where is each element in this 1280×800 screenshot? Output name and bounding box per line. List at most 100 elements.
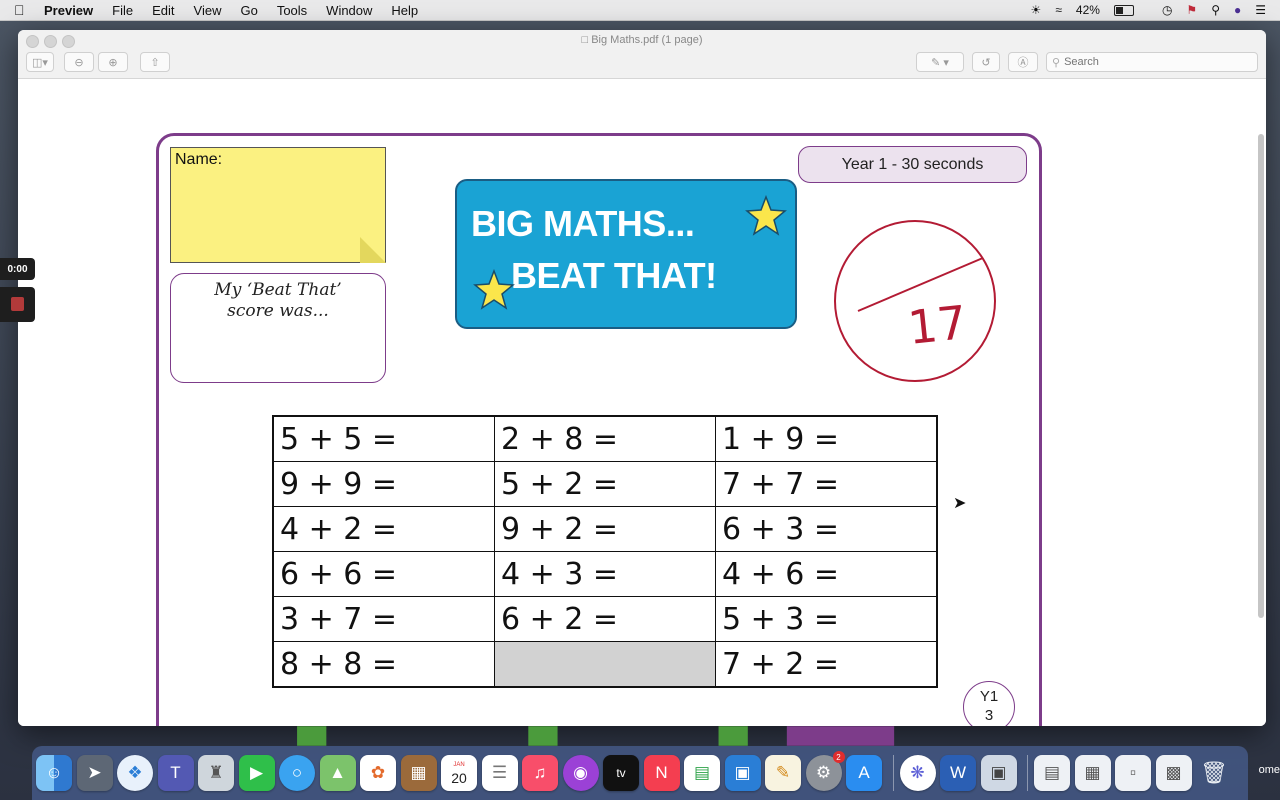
battery-percent[interactable]: 42%: [1076, 3, 1100, 17]
banner-line1: BIG MATHS...: [471, 203, 695, 244]
table-row: 4 + 2 = 9 + 2 = 6 + 3 =: [272, 506, 938, 552]
menu-bar:  Preview File Edit View Go Tools Window…: [0, 0, 1280, 21]
messages-icon[interactable]: ○: [279, 755, 315, 791]
table-row: 9 + 9 = 5 + 2 = 7 + 7 =: [272, 461, 938, 507]
vertical-scrollbar[interactable]: [1258, 134, 1264, 618]
siri-icon[interactable]: ●: [1234, 3, 1241, 17]
battery-icon[interactable]: [1113, 3, 1148, 17]
word-icon[interactable]: W: [940, 755, 976, 791]
name-sticky-note: Name:: [170, 147, 386, 263]
notebook-icon[interactable]: ▦: [400, 755, 437, 791]
question-cell: 5 + 2 =: [494, 461, 716, 507]
preview-window: □ Big Maths.pdf (1 page) ◫▾ ⊖ ⊕ ⇧ ✎ ▾ ↺ …: [18, 30, 1266, 726]
system-preferences-icon[interactable]: ⚙ 2: [805, 751, 845, 791]
zoom-out-icon: ⊖: [74, 56, 84, 69]
big-maths-banner: BIG MATHS... BEAT THAT!: [455, 179, 797, 329]
menu-file[interactable]: File: [112, 3, 133, 18]
questions-table: 5 + 5 = 2 + 8 = 1 + 9 = 9 + 9 = 5 + 2 = …: [272, 415, 938, 688]
status-area: ☀ ≈ 42% ◷ ⚑ ⚲ ● ☰: [1031, 0, 1280, 20]
title-bar: □ Big Maths.pdf (1 page) ◫▾ ⊖ ⊕ ⇧ ✎ ▾ ↺ …: [18, 30, 1266, 79]
reminders-icon[interactable]: ☰: [481, 755, 518, 791]
apple-menu-icon[interactable]: : [14, 2, 30, 18]
pages-icon[interactable]: ✎: [765, 755, 801, 791]
share-button[interactable]: ⇧: [140, 52, 170, 72]
markup-button[interactable]: ✎ ▾: [916, 52, 964, 72]
calendar-icon[interactable]: JAN 20: [441, 755, 477, 791]
question-cell: 7 + 2 =: [715, 641, 938, 688]
finder-icon[interactable]: ☺: [36, 755, 72, 791]
numbers-icon[interactable]: ▤: [684, 755, 720, 791]
year-duration-label: Year 1 - 30 seconds: [798, 146, 1027, 183]
annotate-button[interactable]: Ⓐ: [1008, 52, 1038, 72]
spotlight-search-icon[interactable]: ⚲: [1211, 3, 1220, 17]
question-cell: 6 + 6 =: [272, 551, 495, 597]
brightness-icon[interactable]: ☀: [1031, 3, 1042, 17]
question-cell: 4 + 6 =: [715, 551, 938, 597]
menu-window[interactable]: Window: [326, 3, 372, 18]
next-page-preview: [297, 726, 895, 746]
launchpad-icon[interactable]: ➤: [76, 755, 113, 791]
table-row: 5 + 5 = 2 + 8 = 1 + 9 =: [272, 415, 938, 462]
name-label: Name:: [175, 151, 223, 168]
trash-icon[interactable]: 🗑: [1196, 755, 1232, 791]
question-cell: 5 + 3 =: [715, 596, 938, 642]
teams-icon[interactable]: T: [157, 755, 194, 791]
menu-app-name[interactable]: Preview: [44, 3, 93, 18]
screen-recorder-icon[interactable]: ❋: [899, 755, 936, 791]
badge-line1: Y1: [979, 688, 999, 705]
screenshot-file-icon[interactable]: ▦: [1074, 755, 1111, 791]
podcasts-icon[interactable]: ◉: [562, 755, 599, 791]
pen-icon: ✎ ▾: [931, 56, 949, 69]
document-view[interactable]: Name: My ‘Beat That’ score was... BIG MA…: [18, 79, 1266, 726]
sidebar-icon: ◫▾: [32, 56, 48, 69]
photos-icon[interactable]: ✿: [360, 755, 396, 791]
flag-uk-icon[interactable]: ⚑: [1186, 3, 1197, 17]
zoom-in-button[interactable]: ⊕: [98, 52, 128, 72]
safari-icon[interactable]: ❖: [117, 755, 153, 791]
dock: ☺ ➤ ❖ T ♜ ▶ ○ ▲ ✿ ▦ JAN 20 ☰ ♫ ◉ tv N ▤ …: [32, 746, 1248, 800]
question-cell: 9 + 9 =: [272, 461, 495, 507]
question-cell: 6 + 3 =: [715, 506, 938, 552]
level-badge: Y1 3: [963, 681, 1015, 726]
png-file-icon[interactable]: ▤: [1034, 755, 1070, 791]
menu-edit[interactable]: Edit: [152, 3, 174, 18]
image-capture-icon[interactable]: ▣: [980, 755, 1017, 791]
dock-trailing-label: ome: [1258, 764, 1280, 776]
question-cell: 1 + 9 =: [715, 415, 938, 462]
downloads-stack-icon[interactable]: ▩: [1155, 755, 1192, 791]
share-icon: ⇧: [150, 56, 160, 69]
mouse-pointer-icon: ➤: [953, 495, 967, 512]
clock-icon[interactable]: ◷: [1162, 3, 1172, 17]
sidebar-toggle-button[interactable]: ◫▾: [26, 52, 54, 72]
search-field[interactable]: ⚲: [1046, 52, 1258, 72]
music-icon[interactable]: ♫: [522, 755, 558, 791]
score-value: 17: [905, 295, 970, 355]
facetime-icon[interactable]: ▶: [238, 755, 275, 791]
calendar-month: JAN: [453, 762, 465, 768]
preview-app-icon[interactable]: ♜: [198, 755, 234, 791]
search-input[interactable]: [1064, 56, 1245, 68]
control-center-icon[interactable]: ☰: [1255, 3, 1266, 17]
stop-recording-button[interactable]: [0, 287, 35, 322]
menu-tools[interactable]: Tools: [277, 3, 307, 18]
app-store-icon[interactable]: A: [846, 755, 882, 791]
pdf-file-icon: □: [581, 34, 589, 46]
zoom-out-button[interactable]: ⊖: [64, 52, 94, 72]
sticky-fold: [360, 237, 386, 263]
news-icon[interactable]: N: [643, 755, 680, 791]
question-cell: 8 + 8 =: [272, 641, 495, 688]
keynote-icon[interactable]: ▣: [724, 755, 761, 791]
menu-go[interactable]: Go: [240, 3, 257, 18]
maps-icon[interactable]: ▲: [319, 755, 356, 791]
rotate-button[interactable]: ↺: [972, 52, 1000, 72]
question-cell: 9 + 2 =: [494, 506, 716, 552]
document-stack-icon[interactable]: ▫: [1115, 755, 1151, 791]
zoom-in-icon: ⊕: [108, 56, 118, 69]
apple-tv-icon[interactable]: tv: [603, 755, 639, 791]
menu-view[interactable]: View: [194, 3, 222, 18]
annotate-icon: Ⓐ: [1017, 57, 1029, 69]
notification-badge: 2: [832, 751, 845, 763]
star-icon: [745, 195, 787, 236]
wifi-icon[interactable]: ≈: [1055, 3, 1062, 17]
menu-help[interactable]: Help: [391, 3, 418, 18]
